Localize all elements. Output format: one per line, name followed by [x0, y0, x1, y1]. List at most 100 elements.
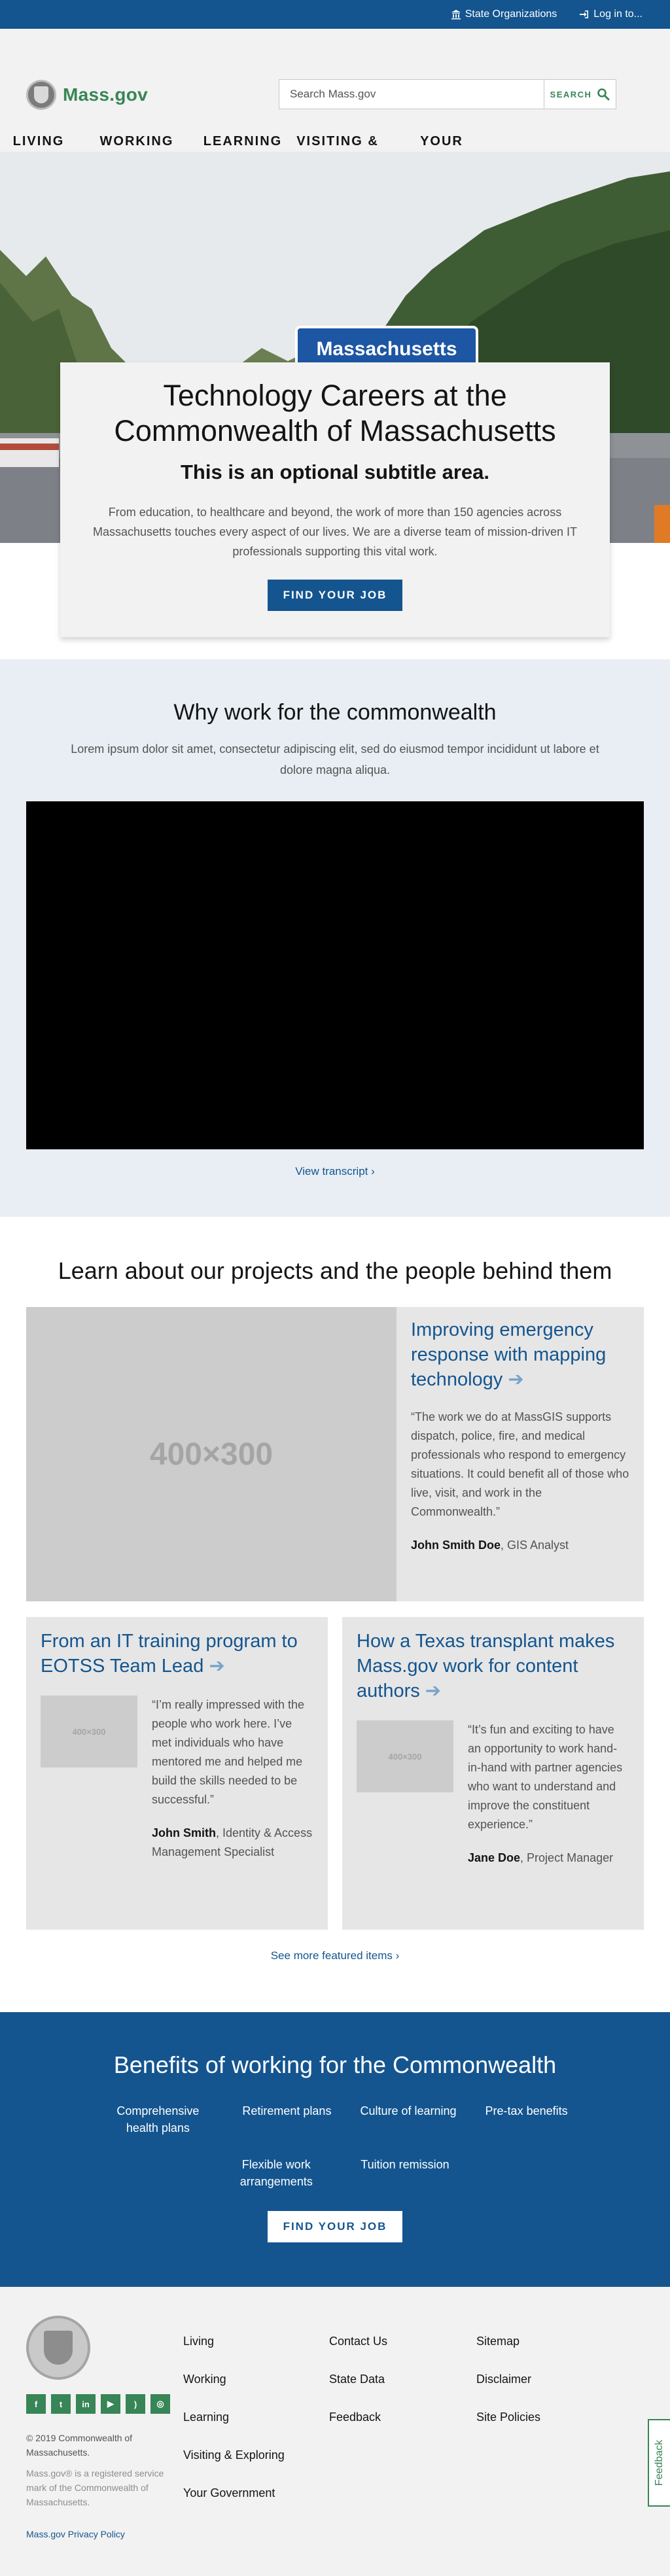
story-card-name: Jane Doe — [468, 1851, 521, 1864]
footer-link[interactable]: Sitemap — [476, 2322, 540, 2360]
story-card[interactable]: How a Texas transplant makes Mass.gov wo… — [342, 1617, 644, 1930]
login-link[interactable]: Log in to... — [579, 9, 643, 20]
trademark-text: Mass.gov® is a registered service mark o… — [26, 2468, 164, 2507]
why-text: Lorem ipsum dolor sit amet, consectetur … — [71, 742, 599, 776]
linkedin-icon[interactable]: in — [76, 2394, 96, 2414]
building-icon — [451, 10, 461, 20]
site-footer: f t in ▶ ) ◎ © 2019 Commonwealth of Mass… — [0, 2287, 670, 2576]
search-button[interactable]: SEARCH — [544, 80, 616, 109]
featured-story-card[interactable]: 400×300 Improving emergency response wit… — [26, 1307, 644, 1601]
footer-link[interactable]: Learning — [183, 2398, 285, 2436]
benefit-item: Culture of learning — [360, 2104, 457, 2117]
hero: Massachusetts Technology Careers at the … — [0, 152, 670, 637]
story-card-title[interactable]: How a Texas transplant makes Mass.gov wo… — [357, 1629, 629, 1703]
story-card-title[interactable]: From an IT training program to EOTSS Tea… — [41, 1629, 313, 1679]
story-card-content: 400×300 “I’m really impressed with the p… — [41, 1696, 313, 1862]
story-card-grid: From an IT training program to EOTSS Tea… — [26, 1617, 644, 1930]
story-card-quote: “It’s fun and exciting to have an opport… — [468, 1723, 623, 1831]
state-seal-icon — [26, 2316, 90, 2380]
feedback-tab[interactable]: Feedback — [648, 2419, 670, 2507]
story-card-image-placeholder: 400×300 — [41, 1696, 137, 1767]
arrow-right-icon: ➔ — [209, 1656, 225, 1677]
featured-story-body: Improving emergency response with mappin… — [397, 1307, 644, 1601]
benefit-item: Flexible work arrangements — [239, 2158, 313, 2188]
footer-link[interactable]: Living — [183, 2322, 285, 2360]
footer-column-policies: Sitemap Disclaimer Site Policies — [476, 2322, 540, 2436]
rss-icon[interactable]: ) — [126, 2394, 145, 2414]
logo-text: Mass.gov — [63, 84, 148, 105]
footer-link[interactable]: Your Government — [183, 2474, 285, 2512]
see-more-featured-label: See more featured items — [270, 1949, 393, 1962]
benefit-item: Tuition remission — [361, 2158, 450, 2171]
story-card-name: John Smith — [152, 1826, 216, 1839]
story-card-quote: “I’m really impressed with the people wh… — [152, 1698, 305, 1806]
login-label: Log in to... — [593, 9, 643, 20]
benefit-item: Comprehensive health plans — [116, 2104, 200, 2134]
privacy-policy-link[interactable]: Mass.gov Privacy Policy — [26, 2529, 125, 2539]
benefit-item: Retirement plans — [242, 2104, 332, 2117]
why-title: Why work for the commonwealth — [173, 700, 497, 725]
hero-sign-text: Massachusetts — [316, 338, 457, 360]
benefit-item: Pre-tax benefits — [485, 2104, 568, 2117]
see-more-featured-link[interactable]: See more featured items › — [271, 1949, 400, 1962]
chevron-right-icon: › — [371, 1165, 375, 1177]
utility-bar: State Organizations Log in to... — [0, 0, 670, 29]
benefits-row: Flexible work arrangements Tuition remis… — [0, 2156, 670, 2190]
featured-story-title[interactable]: Improving emergency response with mappin… — [411, 1317, 629, 1392]
benefits-title: Benefits of working for the Commonwealth — [113, 2051, 557, 2078]
find-your-job-button-secondary[interactable]: FIND YOUR JOB — [267, 2211, 403, 2242]
featured-story-name: John Smith Doe — [411, 1539, 501, 1552]
featured-image-placeholder: 400×300 — [26, 1307, 397, 1601]
footer-link[interactable]: Visiting & Exploring — [183, 2436, 285, 2474]
story-card-image-placeholder: 400×300 — [357, 1720, 453, 1792]
social-links: f t in ▶ ) ◎ — [26, 2394, 170, 2414]
story-card-text: “I’m really impressed with the people wh… — [152, 1696, 313, 1862]
search-icon — [597, 88, 610, 101]
state-organizations-label: State Organizations — [465, 9, 557, 20]
search-input[interactable] — [279, 80, 544, 109]
benefits-section: Benefits of working for the Commonwealth… — [0, 2012, 670, 2287]
story-card-content: 400×300 “It’s fun and exciting to have a… — [357, 1720, 629, 1868]
twitter-icon[interactable]: t — [51, 2394, 71, 2414]
story-card-text: “It’s fun and exciting to have an opport… — [468, 1720, 629, 1868]
story-card-byline: John Smith, Identity & Access Management… — [152, 1824, 313, 1862]
site-header: Mass.gov SEARCH LIVING WORKING LEARNING … — [0, 29, 670, 175]
footer-link[interactable]: Contact Us — [329, 2322, 387, 2360]
hero-subtitle: This is an optional subtitle area. — [181, 461, 489, 483]
facebook-icon[interactable]: f — [26, 2394, 46, 2414]
state-organizations-link[interactable]: State Organizations — [451, 9, 557, 20]
footer-link[interactable]: Feedback — [329, 2398, 387, 2436]
footer-link[interactable]: Site Policies — [476, 2398, 540, 2436]
view-transcript-link[interactable]: View transcript › — [295, 1165, 375, 1178]
hero-title: Technology Careers at the Commonwealth o… — [114, 379, 556, 447]
arrow-right-icon: ➔ — [508, 1369, 524, 1390]
projects-section: Learn about our projects and the people … — [0, 1217, 670, 2012]
hero-description: From education, to healthcare and beyond… — [93, 506, 577, 558]
chevron-right-icon: › — [395, 1949, 400, 1962]
video-player[interactable] — [26, 801, 644, 1149]
projects-title: Learn about our projects and the people … — [58, 1257, 612, 1284]
site-logo[interactable]: Mass.gov — [26, 80, 148, 110]
footer-link[interactable]: State Data — [329, 2360, 387, 2398]
footer-link[interactable]: Disclaimer — [476, 2360, 540, 2398]
find-your-job-button[interactable]: FIND YOUR JOB — [267, 580, 403, 611]
featured-story-role: , GIS Analyst — [501, 1539, 569, 1552]
youtube-icon[interactable]: ▶ — [101, 2394, 120, 2414]
footer-column-topics: Living Working Learning Visiting & Explo… — [183, 2322, 285, 2512]
story-card-role: , Project Manager — [520, 1851, 614, 1864]
story-card-title-text: How a Texas transplant makes Mass.gov wo… — [357, 1631, 615, 1701]
copyright-text: © 2019 Commonwealth of Massachusetts. — [26, 2433, 133, 2458]
footer-link[interactable]: Working — [183, 2360, 285, 2398]
search-button-label: SEARCH — [550, 89, 592, 99]
story-card[interactable]: From an IT training program to EOTSS Tea… — [26, 1617, 328, 1930]
story-card-title-text: From an IT training program to EOTSS Tea… — [41, 1631, 298, 1677]
state-seal-icon — [26, 80, 56, 110]
footer-column-contact: Contact Us State Data Feedback — [329, 2322, 387, 2436]
story-card-byline: Jane Doe, Project Manager — [468, 1849, 629, 1868]
why-section: Why work for the commonwealth Lorem ipsu… — [0, 659, 670, 1217]
instagram-icon[interactable]: ◎ — [150, 2394, 170, 2414]
hero-card: Technology Careers at the Commonwealth o… — [60, 362, 610, 637]
view-transcript-label: View transcript — [295, 1165, 368, 1177]
featured-story-quote: “The work we do at MassGIS supports disp… — [411, 1410, 629, 1518]
login-icon — [580, 10, 589, 18]
